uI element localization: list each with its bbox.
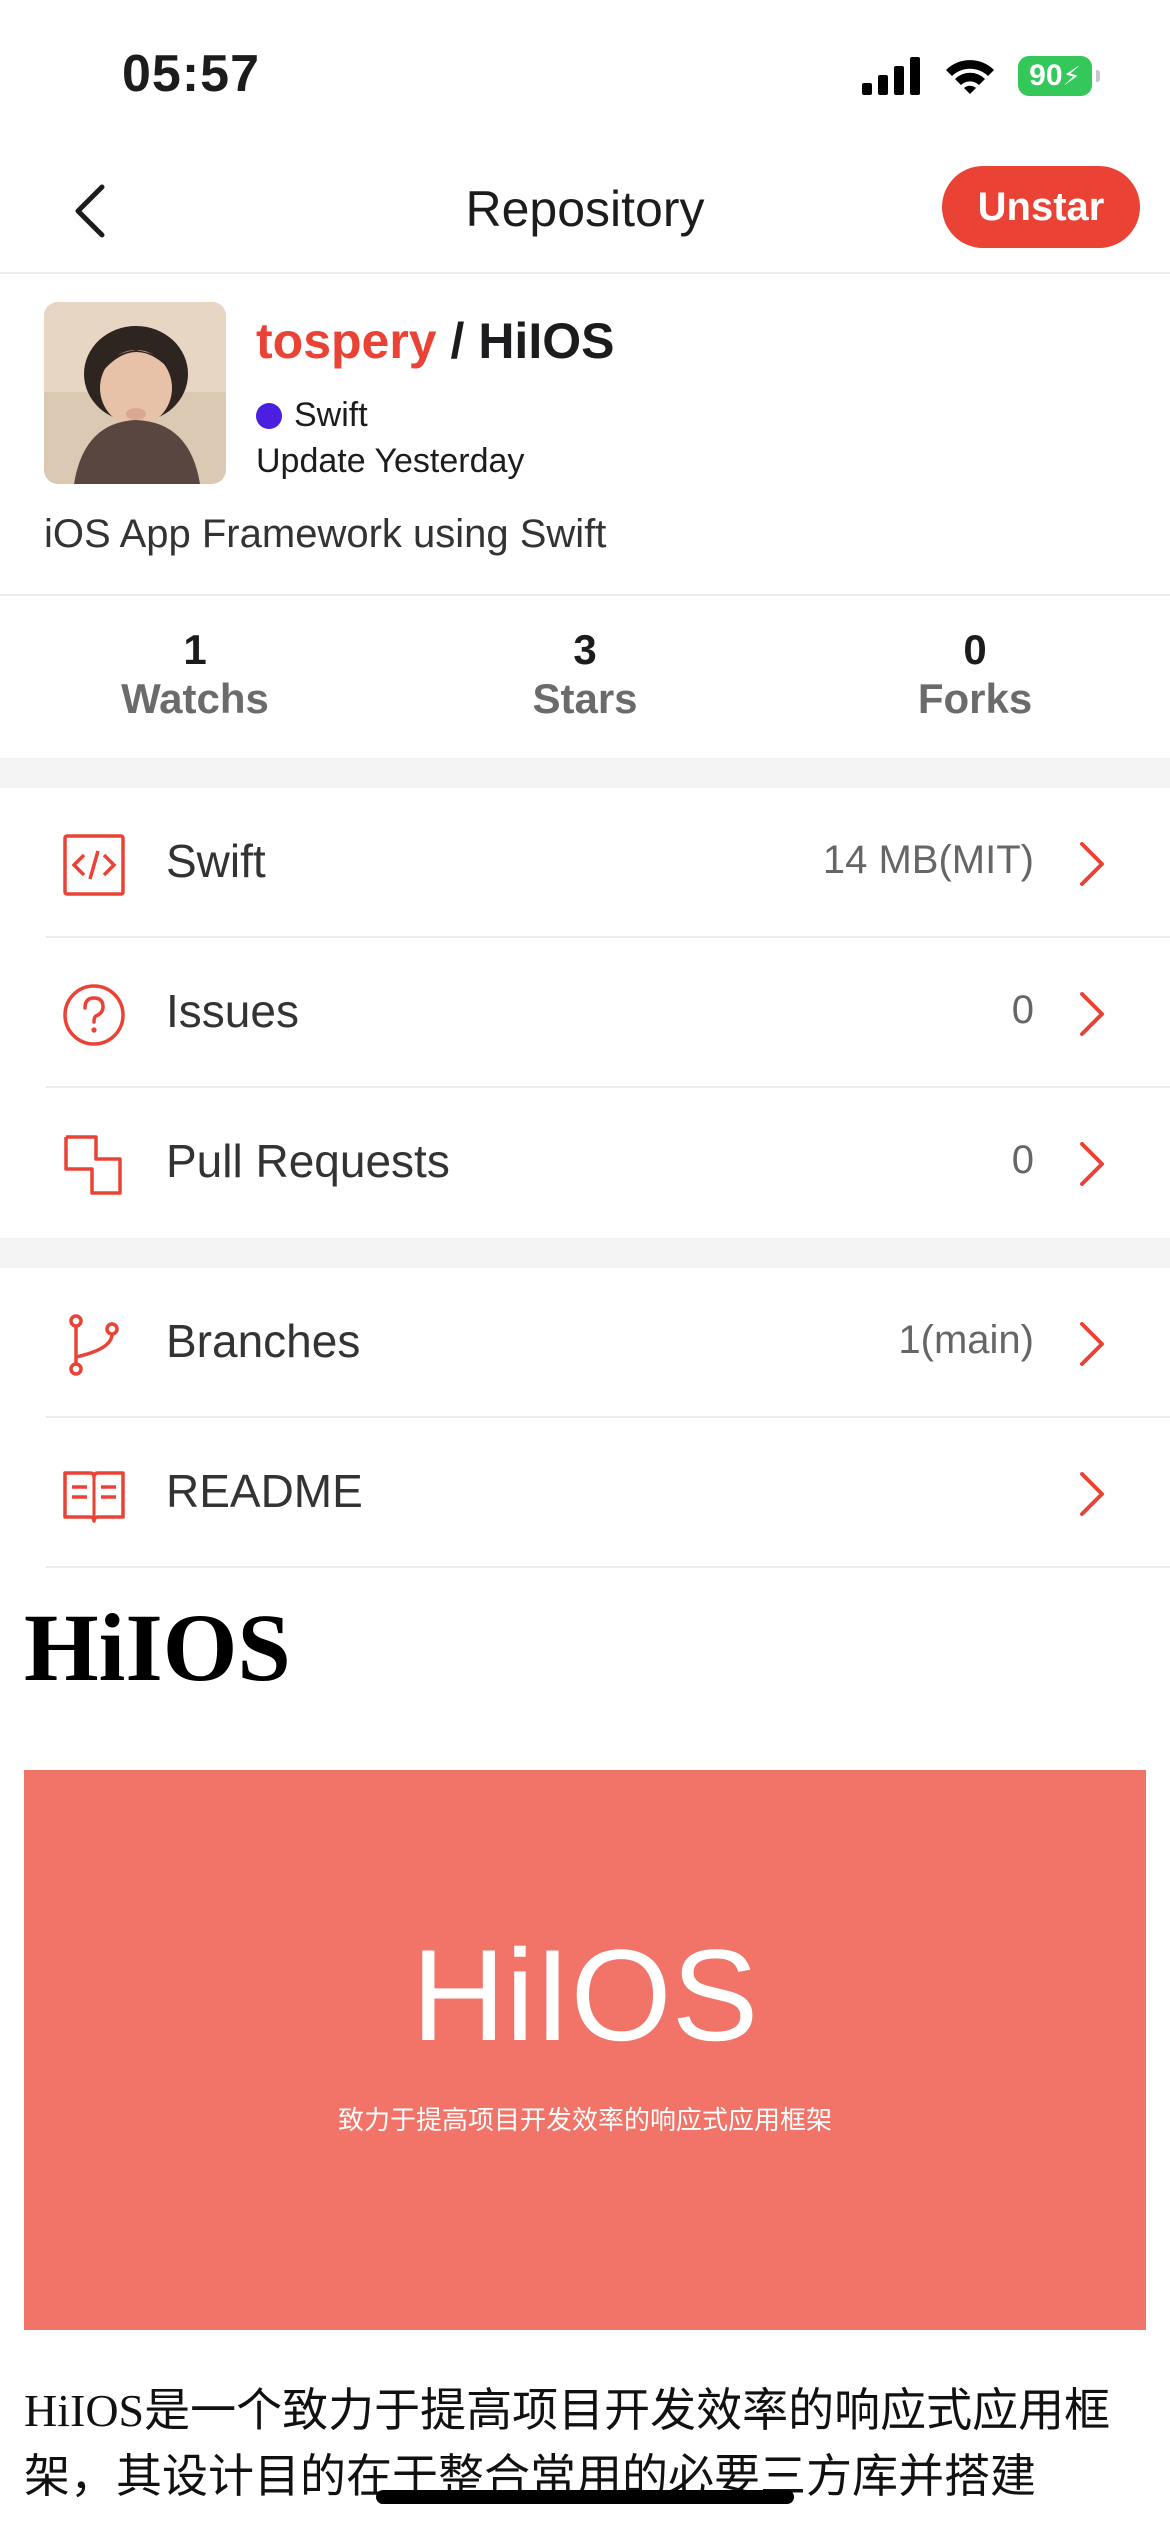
code-icon [63,834,125,896]
row-language[interactable]: Swift 14 MB(MIT) [0,788,1170,938]
repo-stats: 1 Watchs 3 Stars 0 Forks [0,594,1170,760]
chevron-right-icon [1080,1472,1104,1516]
banner-subtitle: 致力于提高项目开发效率的响应式应用框架 [337,2105,832,2135]
section-separator [0,1238,1170,1268]
banner-title: HiIOS [411,1922,759,2068]
repo-owner-link[interactable]: tospery [256,313,437,369]
chevron-right-icon [1080,992,1104,1036]
stat-watchs[interactable]: 1 Watchs [0,596,390,760]
readme-banner: HiIOS 致力于提高项目开发效率的响应式应用框架 [24,1770,1146,2330]
chevron-right-icon [1080,1322,1104,1366]
row-value: 14 MB(MIT) [822,838,1034,882]
row-label: Pull Requests [166,1135,450,1187]
row-label: README [166,1465,363,1517]
navigation-bar: Repository Unstar [0,150,1170,274]
row-label: Swift [166,835,266,887]
question-circle-icon [63,984,125,1046]
branch-icon [69,1314,119,1376]
repo-updated: Update Yesterday [256,442,525,480]
row-branches[interactable]: Branches 1(main) [0,1268,1170,1418]
battery-level: 90 [1029,59,1063,92]
status-bar: 05:57 90 ⚡ [0,0,1170,150]
unstar-button[interactable]: Unstar [942,166,1140,248]
readme-title: HiIOS [24,1594,291,1701]
stat-label: Watchs [121,675,269,722]
stat-forks[interactable]: 0 Forks [780,596,1170,760]
repo-language: Swift [256,396,368,435]
chevron-right-icon [1080,1142,1104,1186]
stat-count: 3 [573,626,597,673]
stat-stars[interactable]: 3 Stars [390,596,780,760]
row-label: Issues [166,985,299,1037]
cellular-signal-icon [862,57,920,95]
book-icon [63,1471,125,1523]
avatar[interactable] [44,302,226,484]
row-label: Branches [166,1315,361,1367]
repo-name: HiIOS [478,313,615,369]
row-readme[interactable]: README [0,1418,1170,1568]
repo-header: tospery / HiIOS Swift Update Yesterday i… [0,274,1170,594]
repo-full-name: tospery / HiIOS [256,312,614,370]
stat-label: Stars [532,675,638,722]
wifi-icon [946,60,994,94]
status-icons: 90 ⚡ [862,56,1100,96]
language-color-dot [256,402,282,429]
battery-icon: 90 ⚡ [1018,56,1100,96]
row-pull-requests[interactable]: Pull Requests 0 [0,1088,1170,1238]
divider [46,1566,1170,1568]
stat-count: 0 [963,626,987,673]
stat-count: 1 [183,626,207,673]
stat-label: Forks [917,675,1033,722]
language-label: Swift [294,396,368,434]
chevron-right-icon [1080,842,1104,886]
row-issues[interactable]: Issues 0 [0,938,1170,1088]
pull-request-icon [64,1135,122,1195]
section-separator [0,758,1170,788]
home-indicator [376,2490,794,2504]
row-value: 0 [1011,988,1034,1032]
repo-separator: / [436,313,479,369]
status-time: 05:57 [122,45,260,103]
row-value: 1(main) [898,1318,1034,1362]
repo-description: iOS App Framework using Swift [44,512,607,556]
row-value: 0 [1011,1138,1034,1182]
